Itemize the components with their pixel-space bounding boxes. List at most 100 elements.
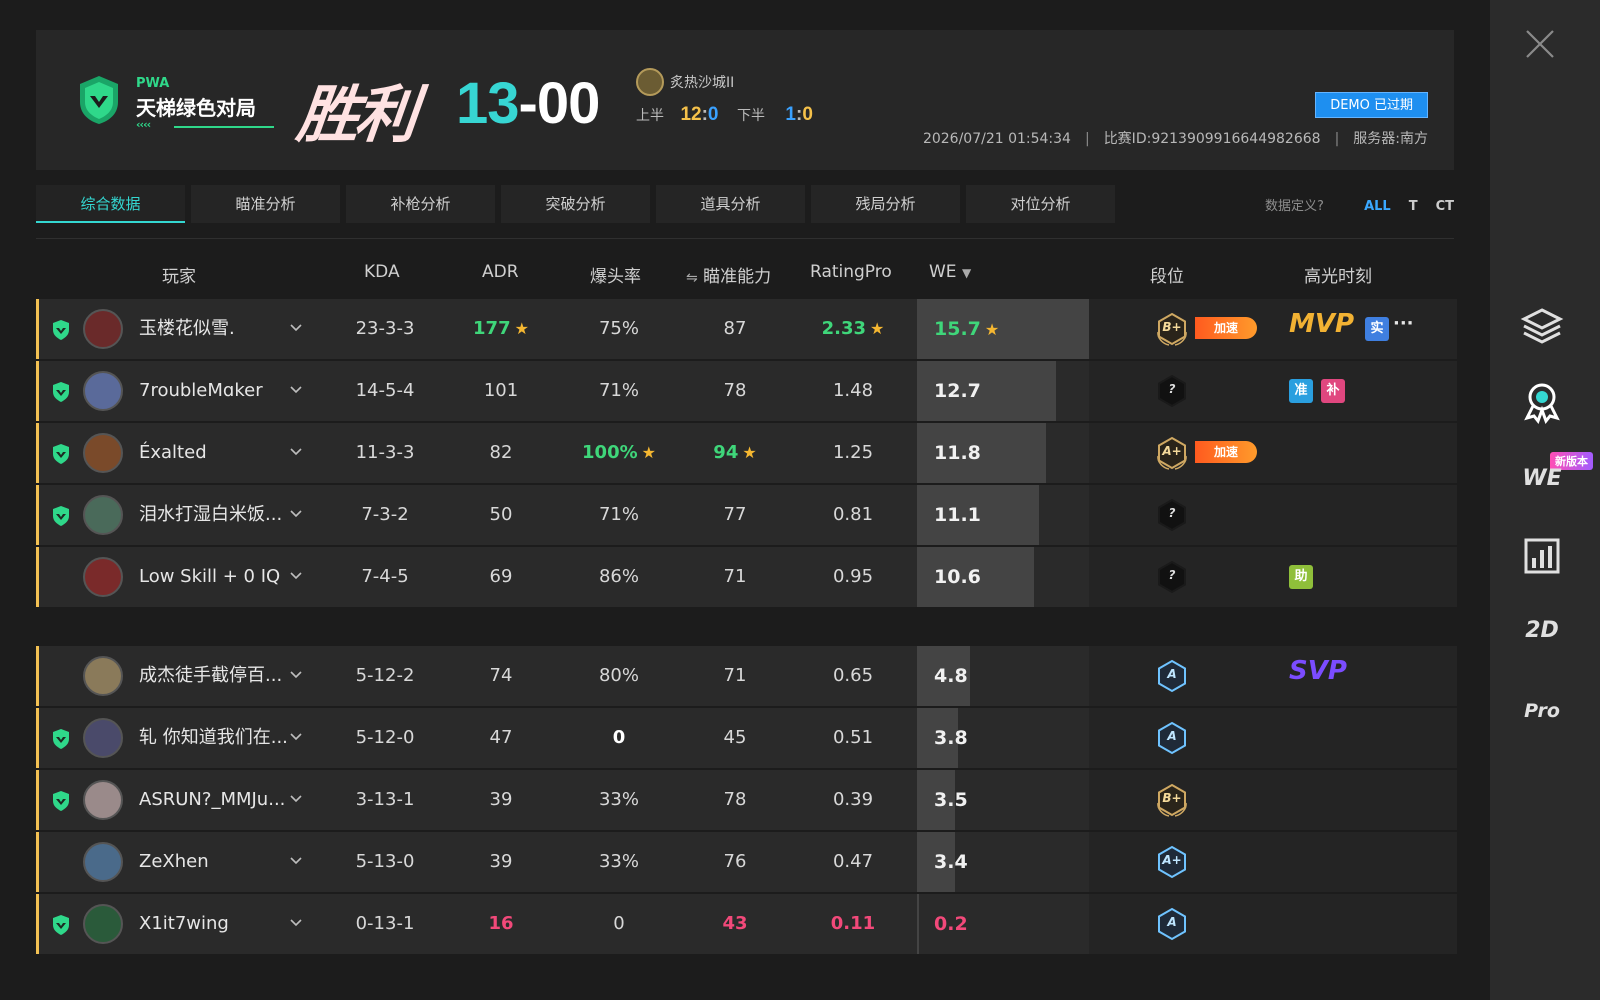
- tab-1[interactable]: 瞄准分析: [191, 185, 340, 223]
- chevron-down-icon[interactable]: [289, 668, 303, 682]
- player-row[interactable]: 7roubleMɑker 14-5-4 101 71% 78 1.48 12.7? 准补: [36, 361, 1457, 421]
- avatar[interactable]: [83, 557, 123, 597]
- chevron-down-icon[interactable]: [289, 445, 303, 459]
- we-cell: 11.1: [934, 485, 981, 545]
- headshot-cell-value: 0: [613, 913, 625, 934]
- player-row[interactable]: X1it7wing 0-13-1 16 0 43 0.11 0.2 A: [36, 894, 1457, 954]
- player-name[interactable]: 泪水打湿白米饭...: [139, 485, 289, 545]
- tab-0[interactable]: 综合数据: [36, 185, 185, 223]
- tab-3[interactable]: 突破分析: [501, 185, 650, 223]
- rating-cell-value: 0.81: [832, 504, 874, 525]
- chevron-down-icon[interactable]: [289, 321, 303, 335]
- adr-cell-value: 16: [488, 913, 514, 934]
- avatar[interactable]: [83, 904, 123, 944]
- col-adr[interactable]: ADR: [482, 262, 519, 282]
- highlight-tag[interactable]: 准: [1289, 379, 1313, 403]
- tab-5[interactable]: 残局分析: [811, 185, 960, 223]
- chevron-down-icon[interactable]: [289, 507, 303, 521]
- we-cell: 11.8: [934, 423, 981, 483]
- player-name[interactable]: 7roubleMɑker: [139, 361, 289, 421]
- adr-cell-value: 39: [489, 851, 513, 872]
- chevron-down-icon[interactable]: [289, 730, 303, 744]
- second-half-label: 下半: [736, 108, 765, 124]
- avatar[interactable]: [83, 371, 123, 411]
- col-we[interactable]: WE ▼: [929, 262, 971, 282]
- headshot-cell: 33%: [569, 832, 669, 892]
- close-icon[interactable]: [1524, 28, 1556, 60]
- player-row[interactable]: ZeXhen 5-13-0 39 33% 76 0.47 3.4 A+: [36, 832, 1457, 892]
- demo-expired-button[interactable]: DEMO 已过期: [1315, 92, 1428, 118]
- player-name[interactable]: 成杰徒手截停百...: [139, 646, 289, 706]
- player-row[interactable]: Éxalted 11-3-3 82 100% ★ 94 ★ 1.25 11.8 A+ 加速: [36, 423, 1457, 483]
- player-name[interactable]: X1it7wing: [139, 894, 289, 954]
- filter-all[interactable]: ALL: [1364, 199, 1391, 214]
- player-row[interactable]: 轧 你知道我们在... 5-12-0 47 0 45 0.51 3.8 A: [36, 708, 1457, 768]
- tab-2[interactable]: 补枪分析: [346, 185, 495, 223]
- chevron-down-icon[interactable]: [289, 383, 303, 397]
- rank-highlight-cell: A: [1089, 894, 1457, 954]
- headshot-cell: 86%: [569, 547, 669, 607]
- col-highlight: 高光时刻: [1304, 267, 1372, 287]
- headshot-cell-value: 0: [612, 727, 626, 748]
- player-row[interactable]: 泪水打湿白米饭... 7-3-2 50 71% 77 0.81 11.1?: [36, 485, 1457, 545]
- bar-chart-icon[interactable]: [1520, 534, 1564, 578]
- more-icon[interactable]: ···: [1393, 313, 1414, 334]
- player-row[interactable]: 玉楼花似雪. 23-3-3 177 ★ 75% 87 2.33 ★ 15.7 ★ B+ 加速 MVP 实 ·…: [36, 299, 1457, 359]
- headshot-cell-value: 80%: [598, 665, 639, 686]
- aim-cell: 43: [685, 894, 785, 954]
- kda-cell-value: 0-13-1: [355, 913, 415, 934]
- kda-cell-value: 23-3-3: [355, 318, 415, 339]
- data-definition-link[interactable]: 数据定义?: [1265, 199, 1324, 214]
- score-team1: 13: [456, 71, 520, 136]
- col-rank: 段位: [1150, 267, 1184, 287]
- chevron-down-icon[interactable]: [289, 792, 303, 806]
- player-name[interactable]: ASRUN?_MMJu...: [139, 770, 289, 830]
- player-name[interactable]: 轧 你知道我们在...: [139, 708, 289, 768]
- tabs-divider: [36, 238, 1454, 239]
- player-name[interactable]: ZeXhen: [139, 832, 289, 892]
- chevron-down-icon[interactable]: [289, 854, 303, 868]
- col-kda[interactable]: KDA: [364, 262, 400, 282]
- highlight-tag[interactable]: 助: [1289, 565, 1313, 589]
- kda-cell-value: 3-13-1: [355, 789, 415, 810]
- avatar[interactable]: [83, 656, 123, 696]
- analysis-tabs: 综合数据 瞄准分析 补枪分析 突破分析 道具分析 残局分析 对位分析: [36, 185, 1115, 223]
- avatar[interactable]: [83, 780, 123, 820]
- avatar[interactable]: [83, 495, 123, 535]
- 2d-replay-button[interactable]: 2D: [1510, 618, 1574, 643]
- player-name[interactable]: Éxalted: [139, 423, 289, 483]
- layers-icon[interactable]: [1520, 304, 1564, 348]
- chevron-down-icon[interactable]: [289, 569, 303, 583]
- filter-t[interactable]: T: [1409, 199, 1418, 214]
- kda-cell-value: 7-3-2: [361, 504, 409, 525]
- player-row[interactable]: 成杰徒手截停百... 5-12-2 74 80% 71 0.65 4.8 A SVP: [36, 646, 1457, 706]
- highlight-tag[interactable]: 实: [1365, 317, 1389, 341]
- avatar[interactable]: [83, 433, 123, 473]
- player-name[interactable]: 玉楼花似雪.: [139, 299, 289, 359]
- we-nav-button[interactable]: WE: [1510, 466, 1574, 491]
- col-aim[interactable]: ⇋ 瞄准能力: [686, 262, 771, 287]
- tab-4[interactable]: 道具分析: [656, 185, 805, 223]
- player-name[interactable]: Low Skill + 0 IQ: [139, 547, 289, 607]
- avatar[interactable]: [83, 842, 123, 882]
- rating-cell-value: 0.51: [832, 727, 874, 748]
- avatar[interactable]: [83, 718, 123, 758]
- tab-6[interactable]: 对位分析: [966, 185, 1115, 223]
- team2-rows: 成杰徒手截停百... 5-12-2 74 80% 71 0.65 4.8 A SVP 轧 你知道我…: [36, 646, 1457, 956]
- col-headshot[interactable]: 爆头率: [590, 262, 641, 287]
- we-cell: 10.6: [934, 547, 981, 607]
- col-rating[interactable]: RatingPro: [810, 262, 892, 282]
- chevron-down-icon[interactable]: [289, 916, 303, 930]
- avatar[interactable]: [83, 309, 123, 349]
- player-row[interactable]: Low Skill + 0 IQ 7-4-5 69 86% 71 0.95 10.6? 助: [36, 547, 1457, 607]
- award-ribbon-icon[interactable]: [1520, 380, 1564, 424]
- rank-highlight-cell: ? 助: [1089, 547, 1457, 607]
- pro-button[interactable]: Pro: [1510, 700, 1574, 722]
- headshot-cell-value: 71%: [598, 380, 639, 401]
- highlight-tag[interactable]: 补: [1321, 379, 1345, 403]
- right-sidebar: 新版本 WE 2D Pro: [1490, 0, 1600, 1000]
- filter-ct[interactable]: CT: [1436, 199, 1454, 214]
- player-row[interactable]: ASRUN?_MMJu... 3-13-1 39 33% 78 0.39 3.5 B+: [36, 770, 1457, 830]
- we-cell: 12.7: [934, 361, 981, 421]
- aim-cell-value: 78: [723, 380, 747, 401]
